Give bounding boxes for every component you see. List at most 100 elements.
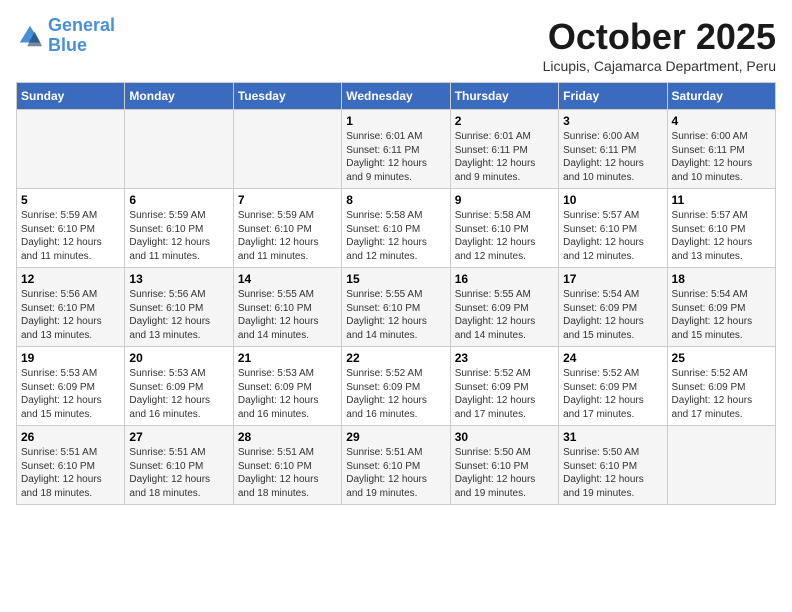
day-info: Sunrise: 6:01 AM Sunset: 6:11 PM Dayligh… [346,130,445,184]
day-number: 30 [455,430,554,444]
day-cell [233,110,341,189]
day-cell: 18Sunrise: 5:54 AM Sunset: 6:09 PM Dayli… [667,268,775,347]
day-info: Sunrise: 5:58 AM Sunset: 6:10 PM Dayligh… [455,209,554,263]
day-cell: 21 Sunrise: 5:53 AM Sunset: 6:09 PM Dayli… [233,347,341,426]
day-number: 15 [346,272,445,286]
day-number: 18 [672,272,771,286]
day-info: Sunrise: 5:53 AM Sunset: 6:09 PM Dayligh… [21,367,120,421]
day-number: 31 [563,430,662,444]
day-number: 27 [129,430,228,444]
week-row-1: 1 Sunrise: 6:01 AM Sunset: 6:11 PM Daylig… [17,110,776,189]
day-cell: 4 Sunrise: 6:00 AM Sunset: 6:11 PM Daylig… [667,110,775,189]
day-number: 29 [346,430,445,444]
day-cell: 26Sunrise: 5:51 AM Sunset: 6:10 PM Dayli… [17,426,125,505]
day-number: 16 [455,272,554,286]
day-number: 13 [129,272,228,286]
day-cell: 13 Sunrise: 5:56 AM Sunset: 6:10 PM Dayli… [125,268,233,347]
col-header-sunday: Sunday [17,83,125,110]
day-number: 5 [21,193,120,207]
title-block: October 2025 Licupis, Cajamarca Departme… [543,16,776,74]
col-header-saturday: Saturday [667,83,775,110]
day-info: Sunrise: 5:51 AM Sunset: 6:10 PM Dayligh… [21,446,120,500]
day-info: Sunrise: 5:52 AM Sunset: 6:09 PM Dayligh… [672,367,771,421]
day-info: Sunrise: 5:57 AM Sunset: 6:10 PM Dayligh… [563,209,662,263]
day-info: Sunrise: 5:56 AM Sunset: 6:10 PM Dayligh… [129,288,228,342]
day-number: 21 [238,351,337,365]
day-cell: 7 Sunrise: 5:59 AM Sunset: 6:10 PM Daylig… [233,189,341,268]
month-title: October 2025 [543,16,776,58]
day-cell: 27 Sunrise: 5:51 AM Sunset: 6:10 PM Dayli… [125,426,233,505]
day-info: Sunrise: 6:01 AM Sunset: 6:11 PM Dayligh… [455,130,554,184]
day-number: 23 [455,351,554,365]
day-info: Sunrise: 5:59 AM Sunset: 6:10 PM Dayligh… [129,209,228,263]
day-cell: 25Sunrise: 5:52 AM Sunset: 6:09 PM Dayli… [667,347,775,426]
day-number: 24 [563,351,662,365]
day-number: 17 [563,272,662,286]
day-info: Sunrise: 5:54 AM Sunset: 6:09 PM Dayligh… [563,288,662,342]
day-info: Sunrise: 5:55 AM Sunset: 6:10 PM Dayligh… [238,288,337,342]
day-cell: 31 Sunrise: 5:50 AM Sunset: 6:10 PM Dayli… [559,426,667,505]
day-number: 4 [672,114,771,128]
day-info: Sunrise: 5:59 AM Sunset: 6:10 PM Dayligh… [238,209,337,263]
col-header-tuesday: Tuesday [233,83,341,110]
day-cell: 9 Sunrise: 5:58 AM Sunset: 6:10 PM Daylig… [450,189,558,268]
day-number: 10 [563,193,662,207]
day-number: 20 [129,351,228,365]
day-cell: 19Sunrise: 5:53 AM Sunset: 6:09 PM Dayli… [17,347,125,426]
day-info: Sunrise: 5:52 AM Sunset: 6:09 PM Dayligh… [455,367,554,421]
day-number: 3 [563,114,662,128]
day-cell: 3 Sunrise: 6:00 AM Sunset: 6:11 PM Daylig… [559,110,667,189]
col-header-wednesday: Wednesday [342,83,450,110]
day-number: 6 [129,193,228,207]
day-cell: 6 Sunrise: 5:59 AM Sunset: 6:10 PM Daylig… [125,189,233,268]
day-cell: 20Sunrise: 5:53 AM Sunset: 6:09 PM Dayli… [125,347,233,426]
week-row-3: 12Sunrise: 5:56 AM Sunset: 6:10 PM Dayli… [17,268,776,347]
day-cell: 10 Sunrise: 5:57 AM Sunset: 6:10 PM Dayli… [559,189,667,268]
header-row: SundayMondayTuesdayWednesdayThursdayFrid… [17,83,776,110]
day-cell: 12Sunrise: 5:56 AM Sunset: 6:10 PM Dayli… [17,268,125,347]
day-number: 9 [455,193,554,207]
day-cell: 14 Sunrise: 5:55 AM Sunset: 6:10 PM Dayli… [233,268,341,347]
day-info: Sunrise: 5:51 AM Sunset: 6:10 PM Dayligh… [238,446,337,500]
day-info: Sunrise: 5:57 AM Sunset: 6:10 PM Dayligh… [672,209,771,263]
day-cell: 16Sunrise: 5:55 AM Sunset: 6:09 PM Dayli… [450,268,558,347]
day-info: Sunrise: 5:52 AM Sunset: 6:09 PM Dayligh… [346,367,445,421]
day-info: Sunrise: 6:00 AM Sunset: 6:11 PM Dayligh… [563,130,662,184]
day-cell: 29Sunrise: 5:51 AM Sunset: 6:10 PM Dayli… [342,426,450,505]
day-cell [125,110,233,189]
col-header-thursday: Thursday [450,83,558,110]
day-number: 22 [346,351,445,365]
day-number: 28 [238,430,337,444]
day-cell [667,426,775,505]
logo: General Blue [16,16,115,56]
day-info: Sunrise: 5:53 AM Sunset: 6:09 PM Dayligh… [238,367,337,421]
day-cell: 1 Sunrise: 6:01 AM Sunset: 6:11 PM Daylig… [342,110,450,189]
day-cell: 17 Sunrise: 5:54 AM Sunset: 6:09 PM Dayli… [559,268,667,347]
day-cell: 22 Sunrise: 5:52 AM Sunset: 6:09 PM Dayli… [342,347,450,426]
page-header: General Blue October 2025 Licupis, Cajam… [16,16,776,74]
logo-icon [16,22,44,50]
day-info: Sunrise: 5:52 AM Sunset: 6:09 PM Dayligh… [563,367,662,421]
col-header-monday: Monday [125,83,233,110]
day-number: 1 [346,114,445,128]
day-cell: 24 Sunrise: 5:52 AM Sunset: 6:09 PM Dayli… [559,347,667,426]
day-cell: 8Sunrise: 5:58 AM Sunset: 6:10 PM Daylig… [342,189,450,268]
day-number: 2 [455,114,554,128]
day-info: Sunrise: 5:58 AM Sunset: 6:10 PM Dayligh… [346,209,445,263]
week-row-4: 19Sunrise: 5:53 AM Sunset: 6:09 PM Dayli… [17,347,776,426]
day-cell: 2 Sunrise: 6:01 AM Sunset: 6:11 PM Daylig… [450,110,558,189]
day-info: Sunrise: 6:00 AM Sunset: 6:11 PM Dayligh… [672,130,771,184]
day-info: Sunrise: 5:55 AM Sunset: 6:10 PM Dayligh… [346,288,445,342]
day-cell: 15 Sunrise: 5:55 AM Sunset: 6:10 PM Dayli… [342,268,450,347]
day-number: 14 [238,272,337,286]
day-info: Sunrise: 5:51 AM Sunset: 6:10 PM Dayligh… [129,446,228,500]
col-header-friday: Friday [559,83,667,110]
day-cell: 30Sunrise: 5:50 AM Sunset: 6:10 PM Dayli… [450,426,558,505]
week-row-5: 26Sunrise: 5:51 AM Sunset: 6:10 PM Dayli… [17,426,776,505]
day-info: Sunrise: 5:56 AM Sunset: 6:10 PM Dayligh… [21,288,120,342]
week-row-2: 5 Sunrise: 5:59 AM Sunset: 6:10 PM Daylig… [17,189,776,268]
day-info: Sunrise: 5:50 AM Sunset: 6:10 PM Dayligh… [563,446,662,500]
day-info: Sunrise: 5:59 AM Sunset: 6:10 PM Dayligh… [21,209,120,263]
day-cell: 28 Sunrise: 5:51 AM Sunset: 6:10 PM Dayli… [233,426,341,505]
day-number: 7 [238,193,337,207]
